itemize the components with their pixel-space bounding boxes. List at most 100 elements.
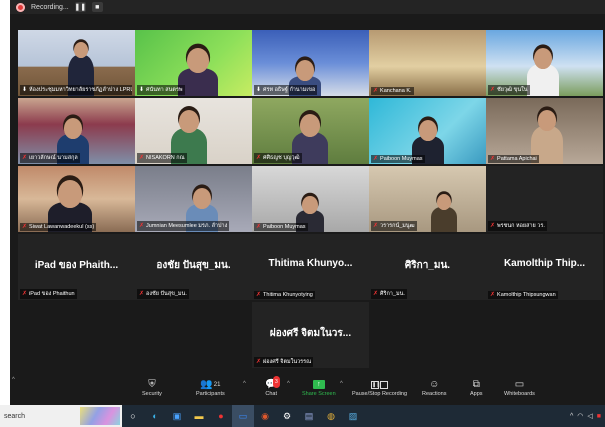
pause-stop-recording-button[interactable]: ❚❚ Pause/Stop Recording bbox=[352, 378, 407, 397]
participant-tile[interactable]: ✗ ชัยวุฒิ ขุนใน bbox=[486, 30, 603, 96]
participant-tile[interactable]: Thitima Khunyo... ✗ Thitima Khunyotying bbox=[252, 234, 369, 300]
participant-face bbox=[534, 48, 552, 69]
participant-name: Paiboon Muymas bbox=[263, 224, 306, 230]
share-screen-button[interactable]: ↑ Share Screen bbox=[302, 378, 336, 397]
mic-muted-icon: ✗ bbox=[22, 291, 28, 297]
participant-face bbox=[419, 120, 437, 141]
chevron-up-icon[interactable]: ^ bbox=[12, 377, 15, 383]
store-icon[interactable]: ▣ bbox=[166, 405, 188, 427]
participant-name-label: ⬇ ศรท อธิษฐ์ กำนามเขอ bbox=[254, 85, 318, 95]
participant-tile[interactable]: ✗ เยาวลักษณ์ นามสกุล bbox=[18, 98, 135, 164]
tray-chevron-icon[interactable]: ^ bbox=[570, 413, 573, 420]
apps-icon: ⧉ bbox=[472, 378, 480, 390]
task-view-icon[interactable]: ○ bbox=[122, 405, 144, 427]
participants-button[interactable]: 👥 21 Participants bbox=[196, 378, 225, 398]
participant-name-label: ✗ ศศิธญช บุญวุฒิ bbox=[254, 153, 302, 163]
participant-name-label: ✗ Jumnian Meesumlee มรภ. ลำปาง bbox=[137, 221, 230, 231]
participant-tile[interactable]: ⬇ ศนันทา สนตรพ bbox=[135, 30, 252, 96]
mic-muted-icon: ✗ bbox=[256, 224, 262, 230]
powerpoint-icon[interactable]: ◉ bbox=[254, 405, 276, 427]
mic-muted-icon: ✗ bbox=[256, 155, 262, 161]
participant-tile[interactable]: ⬇ ศรท อธิษฐ์ กำนามเขอ bbox=[252, 30, 369, 96]
whiteboards-button[interactable]: ▭ Whiteboards bbox=[504, 378, 535, 398]
participant-name: Paiboon Muymas bbox=[380, 156, 423, 162]
participant-tile[interactable]: Kamolthip Thip... ✗ Kamolthip Thipsungwan bbox=[486, 234, 603, 300]
participant-name: ชัยวุฒิ ขุนใน bbox=[497, 87, 528, 93]
search-input[interactable]: search bbox=[4, 413, 25, 420]
mic-muted-icon: ✗ bbox=[139, 155, 145, 161]
participant-tile[interactable]: ✗ Paiboon Muymas bbox=[252, 166, 369, 232]
participant-tile[interactable]: ✗ Pattama Apichai bbox=[486, 98, 603, 164]
participant-face bbox=[64, 118, 82, 139]
participant-tile[interactable]: ✗ ศศิธญช บุญวุฒิ bbox=[252, 98, 369, 164]
participant-name-label: ✗ NISAKORN กณ bbox=[137, 153, 187, 163]
reactions-button[interactable]: ☺ Reactions bbox=[422, 378, 447, 398]
participant-name-label: ✗ วรารกน์_มนูฒ bbox=[371, 221, 417, 231]
participant-name: ผ่องศรี จิตมในวรรณ bbox=[263, 359, 312, 365]
participant-name: Pattama Apichai bbox=[497, 156, 537, 162]
participant-tile[interactable]: ✗ NISAKORN กณ bbox=[135, 98, 252, 164]
participants-count: 21 bbox=[213, 381, 221, 388]
volume-icon[interactable]: ◁ bbox=[587, 412, 592, 420]
reactions-label: Reactions bbox=[422, 391, 447, 397]
wifi-icon[interactable]: ◠ bbox=[577, 412, 583, 420]
participant-tile[interactable]: iPad ของ Phaith... ✗ iPad ของ Phaithun bbox=[18, 234, 135, 300]
participant-tile[interactable]: องชัย ปันสุข_มน. ✗ องชัย ปันสุข_มน. bbox=[135, 234, 252, 300]
participant-name-label: ✗ Kanchana K. bbox=[371, 87, 414, 95]
mic-icon: ⬇ bbox=[256, 87, 262, 93]
participant-tile[interactable]: ผ่องศรี จิตมในวร... ✗ ผ่องศรี จิตมในวรรณ bbox=[252, 302, 369, 368]
chat-caret-icon[interactable]: ^ bbox=[287, 381, 290, 387]
participant-tile[interactable]: ✗ Kanchana K. bbox=[369, 30, 486, 96]
photos-icon[interactable]: ▨ bbox=[342, 405, 364, 427]
participant-name-label: ✗ Kamolthip Thipsungwan bbox=[488, 291, 558, 299]
notepad-icon[interactable]: ▤ bbox=[298, 405, 320, 427]
edge-icon[interactable]: ◐ bbox=[144, 405, 166, 427]
whiteboard-icon: ▭ bbox=[514, 378, 525, 390]
chat-button[interactable]: 💬 3 Chat bbox=[265, 376, 280, 397]
participant-tile[interactable]: ✗ Jumnian Meesumlee มรภ. ลำปาง bbox=[135, 166, 252, 232]
participant-tile[interactable]: ⬇ ห้องประชุมมหาวิทยาลัยราชภัฏลำปาง LPRU bbox=[18, 30, 135, 96]
stop-icon[interactable]: ■ bbox=[91, 2, 103, 12]
participant-name: องชัย ปันสุข_มน. bbox=[146, 291, 187, 297]
notification-icon[interactable]: ■ bbox=[597, 413, 601, 420]
mic-muted-icon: ✗ bbox=[256, 292, 262, 298]
mic-muted-icon: ✗ bbox=[22, 224, 28, 230]
participant-face bbox=[300, 114, 320, 137]
security-button[interactable]: ⛨ Security bbox=[142, 378, 162, 398]
windows-taskbar: search ○ ◐ ▣ ▬ ● ▭ ◉ ⚙ ▤ ◍ ▨ ^ ◠ ◁ ■ bbox=[0, 405, 605, 427]
participant-name-label: ✗ ศิริกา_มน. bbox=[371, 289, 407, 299]
participants-icon: 👥 21 bbox=[200, 378, 221, 390]
zoom-window: Recording... ❚❚ ■ ⬇ ห้องประชุมมหาวิทยาลัย… bbox=[10, 0, 605, 427]
share-screen-icon: ↑ bbox=[312, 378, 325, 391]
participants-label: Participants bbox=[196, 391, 225, 397]
participant-display-name: ศิริกา_มน. bbox=[404, 260, 451, 271]
whiteboards-label: Whiteboards bbox=[504, 391, 535, 397]
participant-name: วรารกน์_มนูฒ bbox=[380, 223, 415, 229]
taskbar-search[interactable]: search bbox=[0, 405, 122, 427]
participant-name-label: ✗ Pattama Apichai bbox=[488, 155, 539, 163]
participant-tile[interactable]: ✗ Siwat Lawanwadeekul (ss) bbox=[18, 166, 135, 232]
apps-button[interactable]: ⧉ Apps bbox=[470, 378, 483, 398]
mic-muted-icon: ✗ bbox=[139, 291, 145, 297]
pause-icon[interactable]: ❚❚ bbox=[74, 2, 86, 12]
participants-caret-icon[interactable]: ^ bbox=[243, 381, 246, 387]
mic-icon: ⬇ bbox=[22, 87, 28, 93]
mic-muted-icon: ✗ bbox=[139, 223, 145, 229]
participant-name: Siwat Lawanwadeekul (ss) bbox=[29, 224, 95, 230]
participant-tile[interactable]: ศิริกา_มน. ✗ ศิริกา_มน. bbox=[369, 234, 486, 300]
record-app-icon[interactable]: ● bbox=[210, 405, 232, 427]
participant-name-label: ✗ Siwat Lawanwadeekul (ss) bbox=[20, 223, 97, 231]
participant-name-label: ⬇ ห้องประชุมมหาวิทยาลัยราชภัฏลำปาง LPRU bbox=[20, 85, 132, 95]
participant-name: พรชนก หอยสาย วร. bbox=[497, 223, 545, 229]
chrome-icon[interactable]: ◍ bbox=[320, 405, 342, 427]
participant-name: Kamolthip Thipsungwan bbox=[497, 292, 556, 298]
share-caret-icon[interactable]: ^ bbox=[340, 381, 343, 387]
apps-label: Apps bbox=[470, 391, 483, 397]
participant-tile[interactable]: ✗ Paiboon Muymas bbox=[369, 98, 486, 164]
settings-icon[interactable]: ⚙ bbox=[276, 405, 298, 427]
zoom-app-icon[interactable]: ▭ bbox=[232, 405, 254, 427]
participant-tile[interactable]: ✗ วรารกน์_มนูฒ bbox=[369, 166, 486, 232]
participant-tile[interactable]: ✗ พรชนก หอยสาย วร. bbox=[486, 166, 603, 232]
file-explorer-icon[interactable]: ▬ bbox=[188, 405, 210, 427]
participant-display-name: Thitima Khunyo... bbox=[268, 258, 353, 269]
